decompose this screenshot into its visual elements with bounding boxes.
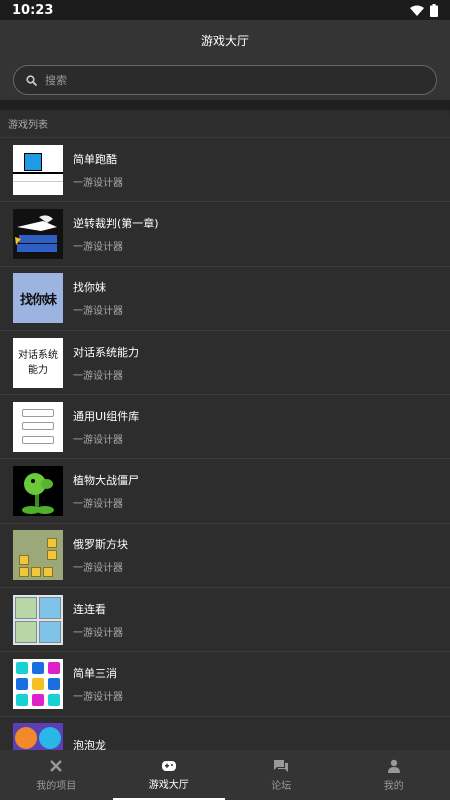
status-time: 10:23 [12,2,54,18]
thumb-label: 对话系统 能力 [18,349,58,376]
list-item[interactable]: 找你妹 找你妹一游设计器 [0,267,450,331]
list-item[interactable]: 简单三消 一游设计器 [0,652,450,717]
page-title: 游戏大厅 [200,33,249,48]
list-item[interactable]: 逆转裁判(第一章) 一游设计器 [0,202,450,267]
item-title: 连连看 [73,602,106,616]
item-subtitle: 一游设计器 [73,241,123,253]
link-match-thumb [13,594,63,645]
thumb-label: 找你妹 [19,292,57,308]
search-bar: 搜索 [0,60,450,100]
item-title: 植物大战僵尸 [73,474,139,488]
nav-label: 我的 [383,780,404,792]
item-subtitle: 一游设计器 [73,306,123,318]
tools-icon [50,759,63,772]
nav-game-hall[interactable]: 游戏大厅 [112,750,226,800]
tetris-thumb [13,530,63,581]
nav-forum[interactable]: 论坛 [225,750,338,800]
item-subtitle: 一游设计器 [73,627,123,639]
item-title: 简单跑酷 [73,152,117,166]
bottom-nav: 我的项目 游戏大厅 论坛 我的 [0,750,450,800]
nav-label: 我的项目 [36,780,77,792]
list-item[interactable]: 简单跑酷 一游设计器 [0,138,450,203]
list-item[interactable]: 植物大战僵尸 一游设计器 [0,459,450,524]
status-icons [410,3,438,17]
ui-components-thumb [13,401,63,452]
bubble-thumb [13,723,63,750]
search-input[interactable]: 搜索 [13,65,437,95]
status-bar: 10:23 [0,0,450,20]
list-item[interactable]: 泡泡龙 [0,717,450,750]
search-placeholder: 搜索 [45,74,67,87]
app-bar: 游戏大厅 [0,20,450,60]
nav-my-projects[interactable]: 我的项目 [0,750,113,800]
item-title: 逆转裁判(第一章) [73,216,159,230]
forum-icon [274,759,289,772]
item-subtitle: 一游设计器 [73,692,123,704]
item-title: 对话系统能力 [73,345,139,359]
item-title: 泡泡龙 [73,738,106,750]
section-title: 游戏列表 [0,110,450,138]
divider [0,100,450,110]
pvz-thumb [13,466,63,517]
item-title: 通用UI组件库 [73,409,140,423]
wifi-icon [410,5,424,16]
nav-label: 论坛 [271,780,292,792]
item-subtitle: 一游设计器 [73,370,123,382]
list-item[interactable]: 连连看 一游设计器 [0,588,450,653]
ace-attorney-thumb [13,208,63,259]
list-item[interactable]: 通用UI组件库 一游设计器 [0,395,450,460]
list-item[interactable]: 俄罗斯方块一游设计器 [0,524,450,589]
match3-thumb [13,659,63,710]
game-list: 游戏列表 简单跑酷 一游设计器 逆转裁判(第一章) 一游设计器 找你妹 找你妹 一游设… [0,110,450,750]
find-it-thumb: 找你妹 [13,273,63,324]
item-subtitle: 一游设计器 [73,177,123,189]
item-title: 简单三消 [73,667,117,681]
item-subtitle: 一游设计器 [73,499,123,511]
search-icon [26,74,37,86]
nav-label: 游戏大厅 [148,779,189,791]
gamepad-icon [161,760,176,771]
battery-icon [430,3,438,17]
item-title: 找你妹 [73,281,106,295]
dialog-system-thumb: 对话系统 能力 [13,337,63,388]
parkour-thumb [13,144,63,195]
item-subtitle: 一游设计器 [73,563,123,575]
item-title: 俄罗斯方块 [73,538,128,552]
person-icon [387,759,400,773]
item-subtitle: 一游设计器 [73,434,123,446]
list-item[interactable]: 对话系统 能力 对话系统能力 一游设计器 [0,331,450,396]
nav-mine[interactable]: 我的 [338,750,450,800]
